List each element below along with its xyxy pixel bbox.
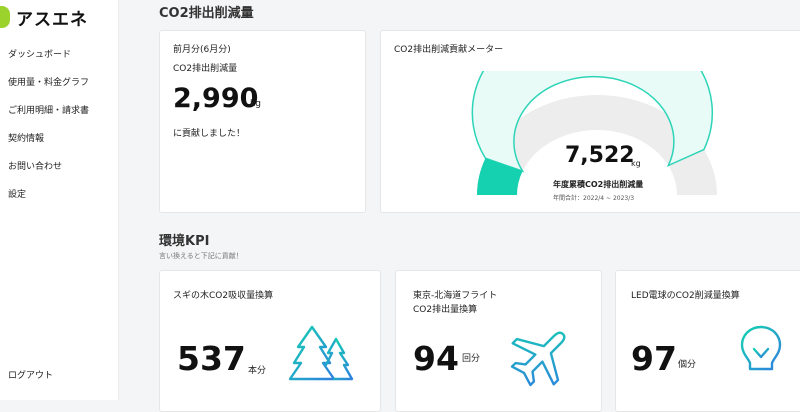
lightbulb-icon (740, 325, 782, 386)
kpi-section-title: 環境KPI (159, 234, 210, 249)
sidebar-item-usage-graph[interactable]: 使用量・料金グラフ (8, 75, 89, 88)
trees-icon (288, 325, 354, 389)
meter-label: 年度累積CO2排出削減量 (553, 180, 644, 189)
meter-unit: kg (631, 159, 641, 168)
sidebar-item-dashboard[interactable]: ダッシュボード (8, 47, 71, 60)
monthly-value: 2,990 (173, 83, 259, 114)
monthly-unit: kg (250, 99, 261, 109)
sidebar-item-settings[interactable]: 設定 (8, 187, 26, 200)
monthly-label: CO2排出削減量 (173, 64, 238, 74)
sidebar: アスエネ ダッシュボード 使用量・料金グラフ ご利用明細・請求書 契約情報 お問… (0, 0, 119, 400)
airplane-icon (510, 331, 566, 387)
co2-section-title: CO2排出削減量 (159, 6, 254, 21)
kpi-card-cedar: スギの木CO2吸収量換算 537 本分 (159, 270, 381, 412)
kpi-card-led: LED電球のCO2削減量換算 97 個分 (615, 270, 800, 412)
kpi-card-label: 東京-北海道フライト (413, 291, 498, 301)
kpi-card-label-2: CO2排出量換算 (413, 305, 478, 315)
meter-card: CO2排出削減貢献メーター 7,522 kg 年度累積CO2排出削減量 年間合計… (380, 30, 800, 213)
kpi-card-value: 97 (631, 339, 677, 378)
monthly-message: に貢献しました！ (173, 129, 246, 139)
sidebar-item-contract[interactable]: 契約情報 (8, 131, 44, 144)
logo-text: アスエネ (16, 9, 88, 30)
kpi-subtitle: 言い換えると下記に貢献！ (159, 252, 243, 260)
sidebar-item-statements[interactable]: ご利用明細・請求書 (8, 103, 89, 116)
kpi-card-value: 94 (413, 339, 459, 378)
logo-mark (0, 6, 10, 28)
meter-value: 7,522 (565, 143, 635, 168)
kpi-card-label: スギの木CO2吸収量換算 (173, 291, 274, 301)
kpi-card-label: LED電球のCO2削減量換算 (631, 291, 740, 301)
kpi-card-unit: 回分 (462, 354, 481, 364)
logo[interactable]: アスエネ (0, 2, 88, 32)
main-content: CO2排出削減量 前月分(6月分) CO2排出削減量 2,990 kg に貢献し… (142, 0, 800, 412)
kpi-card-flight: 東京-北海道フライト CO2排出量換算 94 回分 (395, 270, 602, 412)
co2-meter-gauge (471, 71, 717, 195)
meter-title: CO2排出削減貢献メーター (394, 45, 504, 55)
monthly-reduction-card: 前月分(6月分) CO2排出削減量 2,990 kg に貢献しました！ (159, 30, 366, 213)
sidebar-item-contact[interactable]: お問い合わせ (8, 159, 62, 172)
logout-link[interactable]: ログアウト (8, 368, 53, 381)
meter-range: 年間合計：2022/4 ~ 2023/3 (553, 195, 635, 202)
kpi-card-unit: 個分 (678, 360, 697, 370)
monthly-period: 前月分(6月分) (173, 45, 231, 55)
kpi-card-unit: 本分 (248, 366, 267, 376)
kpi-card-value: 537 (177, 339, 246, 378)
